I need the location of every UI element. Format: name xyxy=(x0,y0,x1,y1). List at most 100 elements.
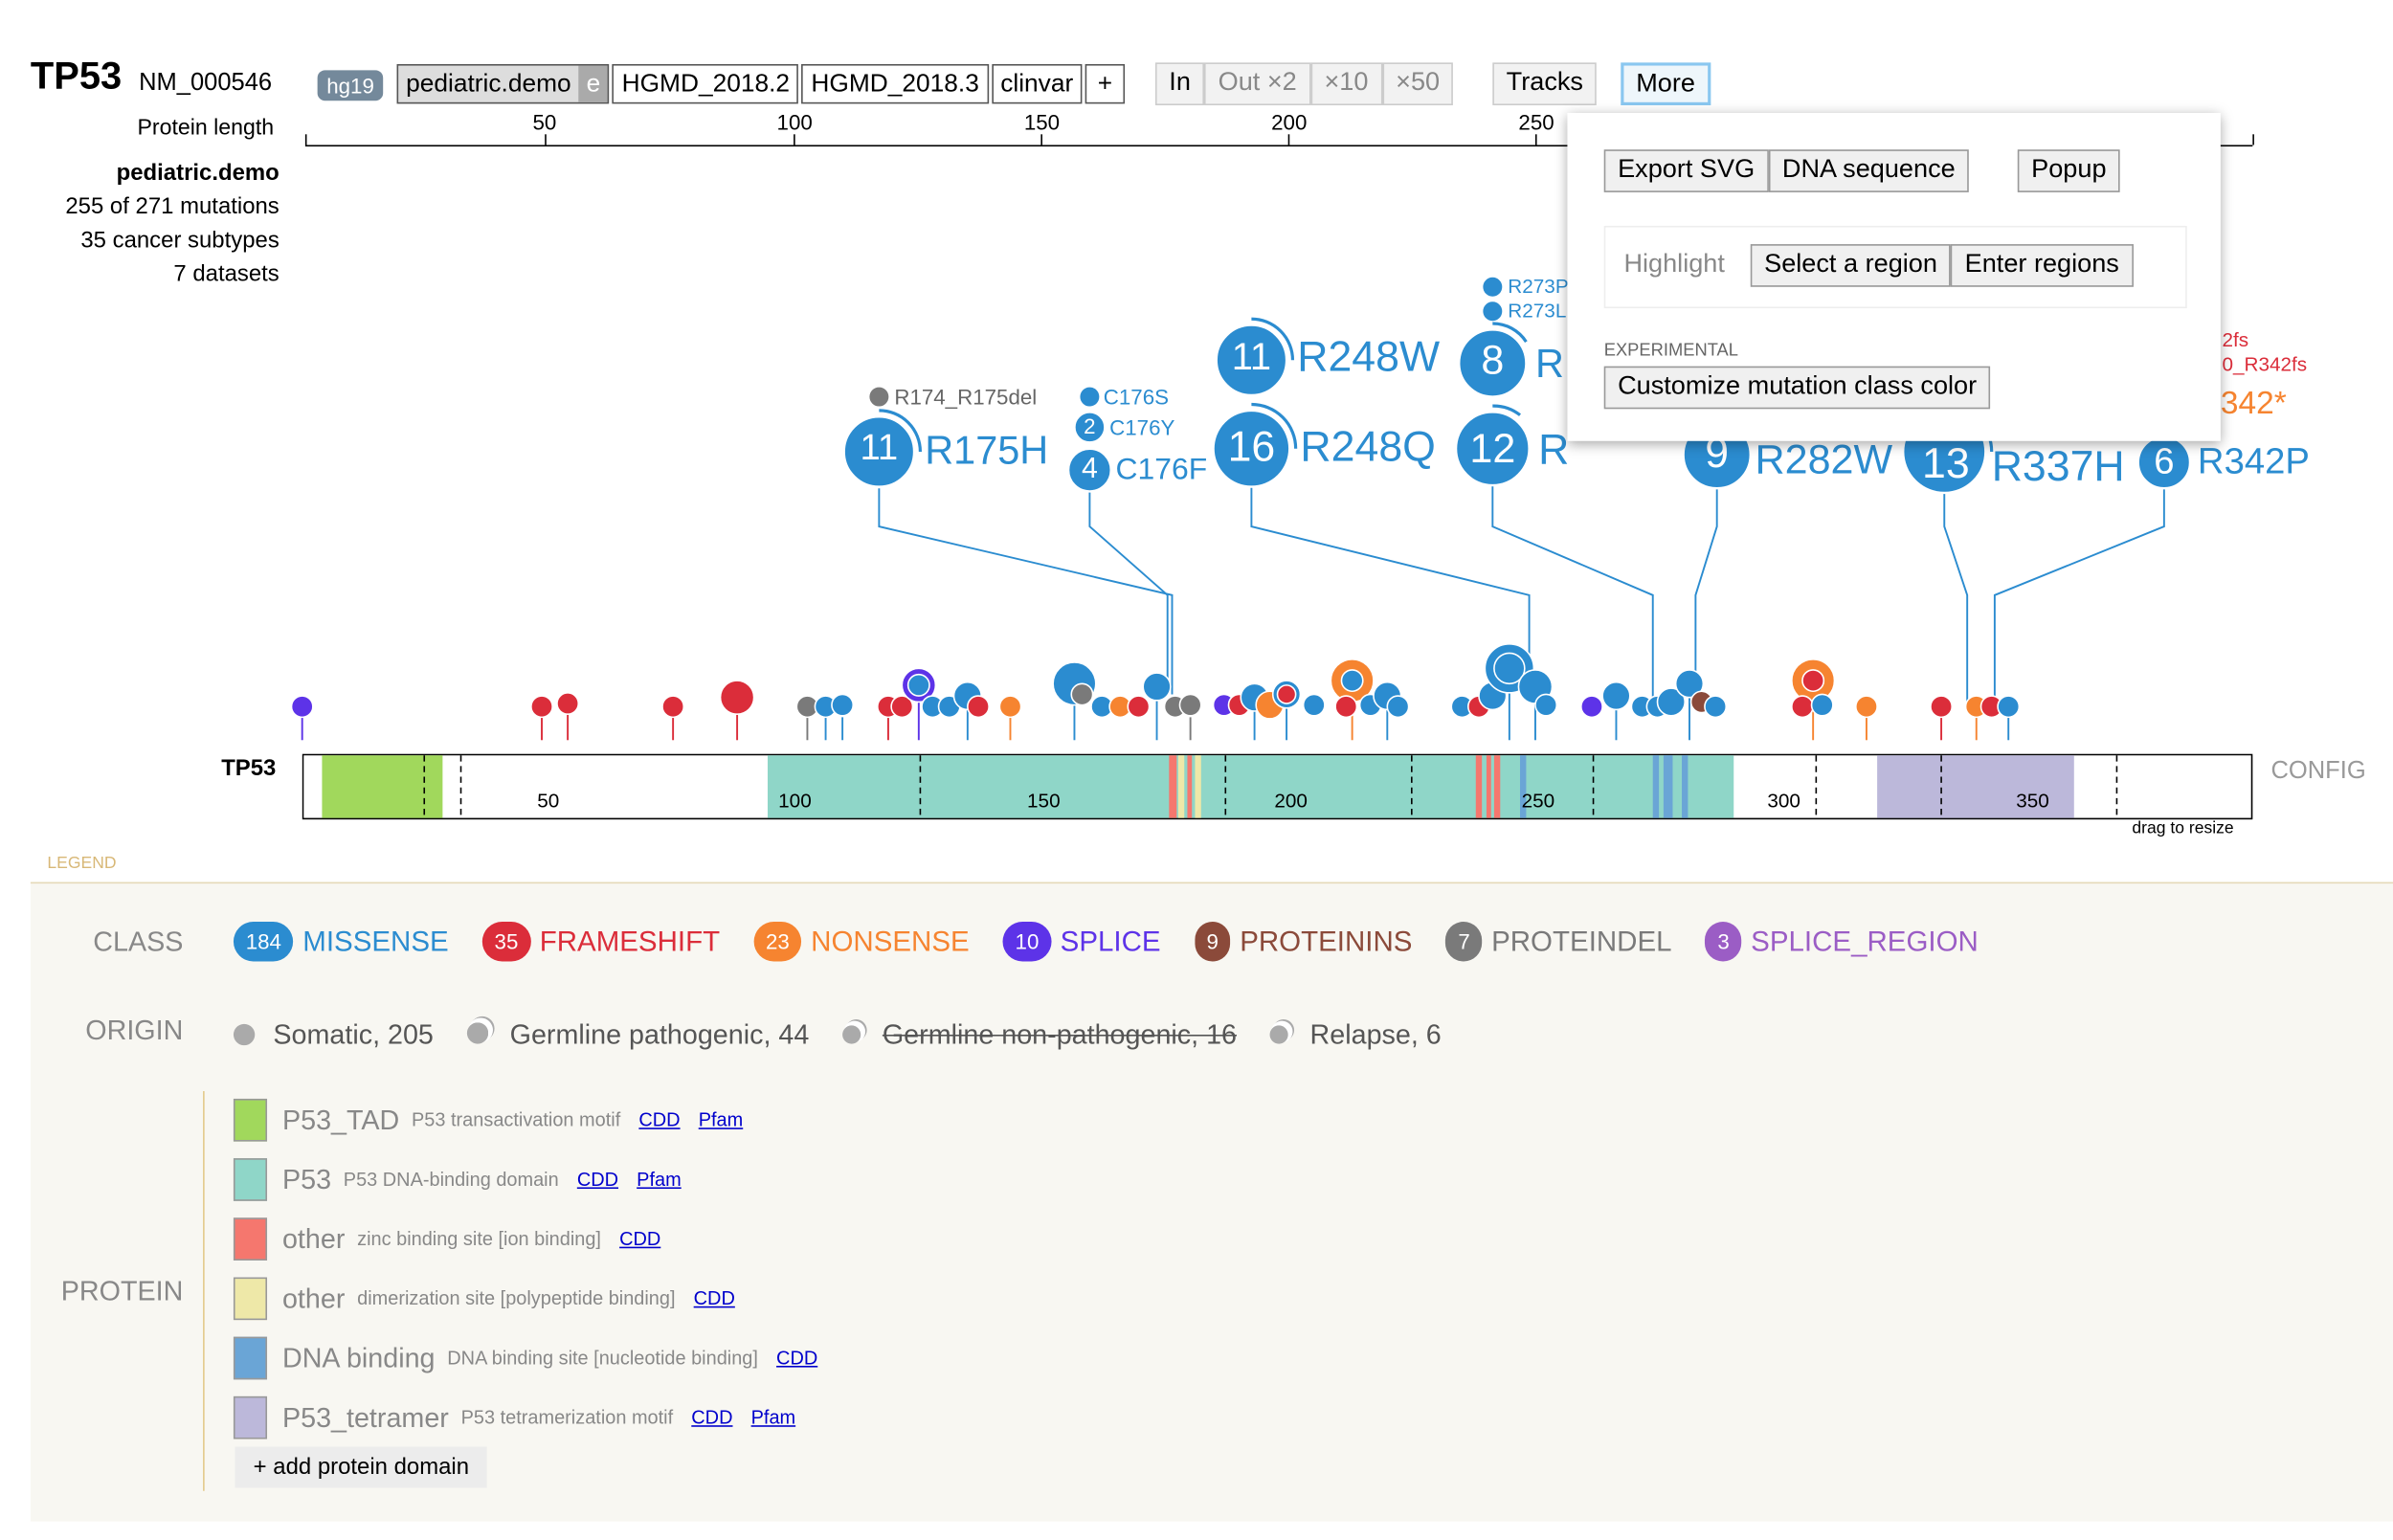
domain-p53 xyxy=(767,755,1734,818)
r282w-label[interactable]: R282W xyxy=(1756,436,1893,483)
r248q-label[interactable]: R248Q xyxy=(1300,423,1435,472)
r273h-count: 8 xyxy=(1481,337,1505,384)
domain-desc: DNA binding site [nucleotide binding] xyxy=(447,1347,758,1370)
domain-swatch[interactable] xyxy=(233,1217,268,1261)
pfam-link[interactable]: Pfam xyxy=(637,1169,682,1190)
domain-row: other dimerization site [polypeptide bind… xyxy=(233,1277,817,1321)
r273c-count: 12 xyxy=(1469,425,1516,472)
protein-label: PROTEIN xyxy=(60,1275,184,1306)
cdd-link[interactable]: CDD xyxy=(619,1228,660,1249)
frameshift-label-2[interactable]: 0_R342fs xyxy=(2222,352,2307,375)
r273h-label[interactable]: R xyxy=(1535,341,1564,388)
class-count: 7 xyxy=(1445,922,1483,962)
select-region-button[interactable]: Select a region xyxy=(1750,244,1952,287)
r273c-label[interactable]: R273C xyxy=(1538,426,1567,475)
drag-resize-hint[interactable]: drag to resize xyxy=(2132,819,2233,837)
popup-button[interactable]: Popup xyxy=(2017,149,2120,192)
customize-color-button[interactable]: Customize mutation class color xyxy=(1603,366,1991,410)
origin-relapse[interactable]: Relapse, 6 xyxy=(1270,1019,1442,1051)
r248w-label[interactable]: R248W xyxy=(1297,333,1440,382)
class-count: 10 xyxy=(1002,922,1052,962)
track-tick-label: 350 xyxy=(2016,789,2049,813)
origin-text: Germline non-pathogenic, 16 xyxy=(882,1019,1238,1050)
origin-germline-pathogenic[interactable]: Germline pathogenic, 44 xyxy=(466,1019,810,1051)
class-splice-region[interactable]: 3 SPLICE_REGION xyxy=(1705,922,1979,962)
class-name: SPLICE xyxy=(1060,925,1161,957)
domain-name: other xyxy=(281,1222,346,1254)
legend-title: LEGEND xyxy=(47,854,117,873)
class-name: NONSENSE xyxy=(811,925,970,957)
somatic-icon xyxy=(233,1023,256,1046)
domain-desc: P53 DNA-binding domain xyxy=(343,1169,559,1191)
r337h-label[interactable]: R337H xyxy=(1992,442,2125,491)
domain-desc: zinc binding site [ion binding] xyxy=(357,1228,601,1250)
domain-name: P53_TAD xyxy=(281,1104,400,1135)
domain-swatch[interactable] xyxy=(233,1098,268,1142)
domain-desc: P53 transactivation motif xyxy=(412,1109,621,1131)
r273p-label[interactable]: R273P xyxy=(1508,275,1568,298)
c176f-label[interactable]: C176F xyxy=(1116,454,1208,489)
class-count: 35 xyxy=(481,922,531,962)
r273l-label[interactable]: R273L xyxy=(1508,300,1566,323)
c176s-label[interactable]: C176S xyxy=(1104,385,1169,410)
domain-row: other zinc binding site [ion binding] CDD xyxy=(233,1217,817,1261)
class-proteindel[interactable]: 7 PROTEINDEL xyxy=(1445,922,1672,962)
origin-text: Relapse, 6 xyxy=(1309,1019,1442,1050)
r342p-count: 6 xyxy=(2154,440,2175,482)
cdd-link[interactable]: CDD xyxy=(638,1109,680,1130)
class-nonsense[interactable]: 23 NONSENSE xyxy=(753,922,970,962)
origin-text: Germline pathogenic, 44 xyxy=(509,1019,810,1050)
class-label: CLASS xyxy=(93,926,184,957)
cdd-link[interactable]: CDD xyxy=(577,1169,618,1190)
menu-row-export: Export SVG DNA sequence xyxy=(1603,149,1970,192)
domain-row: P53 P53 DNA-binding domain CDD Pfam xyxy=(233,1158,817,1201)
cdd-link[interactable]: CDD xyxy=(691,1407,732,1428)
pfam-link[interactable]: Pfam xyxy=(751,1407,796,1428)
class-name: PROTEINDEL xyxy=(1491,925,1672,957)
class-frameshift[interactable]: 35 FRAMESHIFT xyxy=(481,922,720,962)
cdd-link[interactable]: CDD xyxy=(694,1288,735,1309)
class-name: MISSENSE xyxy=(302,925,449,957)
germline-icon xyxy=(842,1025,861,1044)
domain-name: other xyxy=(281,1283,346,1313)
enter-regions-button[interactable]: Enter regions xyxy=(1951,244,2134,287)
r175h-label[interactable]: R175H xyxy=(925,427,1048,474)
domain-name: P53_tetramer xyxy=(281,1401,449,1433)
domain-swatch[interactable] xyxy=(233,1277,268,1321)
c176y-count: 2 xyxy=(1084,413,1096,438)
frameshift-label-1[interactable]: 2fs xyxy=(2222,328,2248,351)
r174del-label[interactable]: R174_R175del xyxy=(894,385,1037,410)
dna-sequence-button[interactable]: DNA sequence xyxy=(1768,149,1970,192)
class-count: 9 xyxy=(1194,922,1231,962)
germline-icon xyxy=(466,1022,489,1044)
class-count: 3 xyxy=(1705,922,1742,962)
config-button[interactable]: CONFIG xyxy=(2270,758,2365,786)
c176y-label[interactable]: C176Y xyxy=(1109,415,1174,440)
class-proteinins[interactable]: 9 PROTEININS xyxy=(1194,922,1413,962)
pfam-link[interactable]: Pfam xyxy=(699,1109,744,1130)
protein-track-label: TP53 xyxy=(221,755,277,782)
cdd-link[interactable]: CDD xyxy=(776,1348,817,1369)
origin-somatic[interactable]: Somatic, 205 xyxy=(233,1019,434,1051)
add-protein-domain-button[interactable]: + add protein domain xyxy=(235,1446,488,1488)
domain-swatch[interactable] xyxy=(233,1336,268,1380)
r342p-label[interactable]: R342P xyxy=(2198,441,2310,484)
origin-germline-nonpathogenic[interactable]: Germline non-pathogenic, 16 xyxy=(842,1019,1237,1051)
class-splice[interactable]: 10 SPLICE xyxy=(1002,922,1161,962)
domain-desc: dimerization site [polypeptide binding] xyxy=(357,1287,676,1309)
c176f-count: 4 xyxy=(1081,453,1098,486)
domain-name: P53 xyxy=(281,1163,332,1194)
nonsense-342-label[interactable]: 342* xyxy=(2221,386,2287,422)
r337h-count: 13 xyxy=(1922,439,1970,487)
origin-list: Somatic, 205 Germline pathogenic, 44 Ger… xyxy=(233,1019,1442,1051)
class-count: 184 xyxy=(233,922,294,962)
class-name: SPLICE_REGION xyxy=(1751,925,1979,957)
class-name: PROTEININS xyxy=(1240,925,1413,957)
domain-swatch[interactable] xyxy=(233,1395,268,1440)
track-tick-label: 200 xyxy=(1274,789,1308,813)
r248w-count: 11 xyxy=(1231,335,1272,379)
export-svg-button[interactable]: Export SVG xyxy=(1603,149,1769,192)
class-missense[interactable]: 184 MISSENSE xyxy=(233,922,449,962)
domain-swatch[interactable] xyxy=(233,1158,268,1201)
relapse-icon xyxy=(1270,1025,1289,1044)
